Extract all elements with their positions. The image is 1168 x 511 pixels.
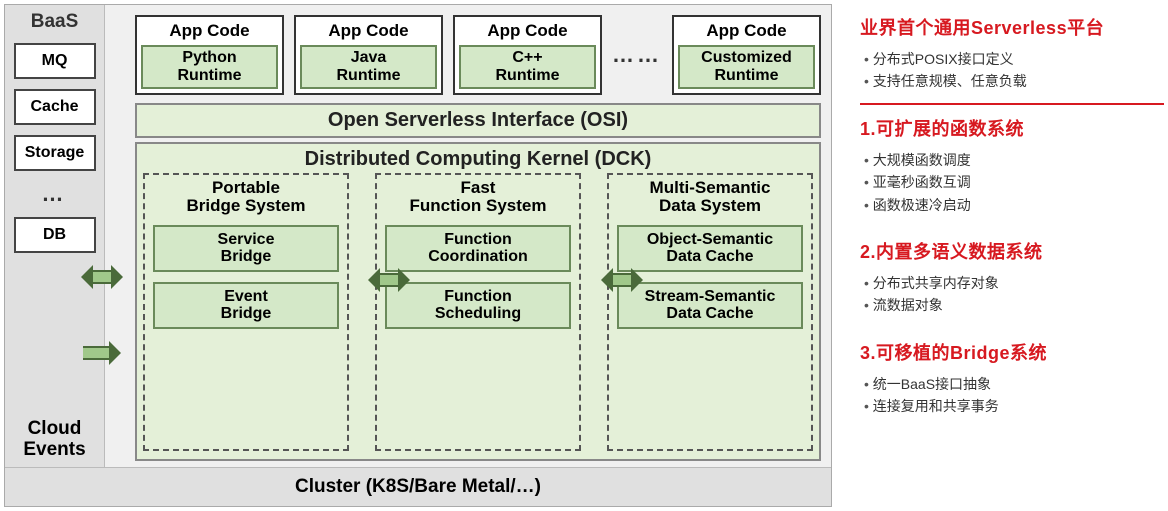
cluster-bar: Cluster (K8S/Bare Metal/…) bbox=[5, 467, 831, 506]
object-semantic-cache: Object-Semantic Data Cache bbox=[617, 225, 803, 272]
function-coordination: Function Coordination bbox=[385, 225, 571, 272]
bullet: 函数极速冷启动 bbox=[864, 194, 1164, 216]
baas-column: BaaS MQ Cache Storage … DB Cloud Events bbox=[5, 5, 105, 467]
app-code-label: App Code bbox=[459, 21, 596, 41]
bullet: 支持任意规模、任意负载 bbox=[864, 70, 1164, 92]
baas-item-db: DB bbox=[14, 217, 96, 253]
sidebar: 业界首个通用Serverless平台 分布式POSIX接口定义 支持任意规模、任… bbox=[832, 4, 1164, 507]
app-code-label: App Code bbox=[300, 21, 437, 41]
system-title-multi: Multi-Semantic Data System bbox=[650, 179, 771, 215]
bullet: 大规模函数调度 bbox=[864, 149, 1164, 171]
side-bullets: 分布式POSIX接口定义 支持任意规模、任意负载 bbox=[860, 48, 1164, 93]
runtime-inner-java: Java Runtime bbox=[300, 45, 437, 88]
runtime-inner-python: Python Runtime bbox=[141, 45, 278, 88]
baas-title: BaaS bbox=[31, 11, 79, 33]
runtime-java: App Code Java Runtime bbox=[294, 15, 443, 94]
side-bullets: 统一BaaS接口抽象 连接复用和共享事务 bbox=[860, 373, 1164, 418]
side-bullets: 大规模函数调度 亚毫秒函数互调 函数极速冷启动 bbox=[860, 149, 1164, 216]
bullet: 分布式POSIX接口定义 bbox=[864, 48, 1164, 70]
main-column: App Code Python Runtime App Code Java Ru… bbox=[105, 5, 831, 467]
stream-semantic-cache: Stream-Semantic Data Cache bbox=[617, 282, 803, 329]
dck-title: Distributed Computing Kernel (DCK) bbox=[143, 148, 813, 171]
system-title-portable: Portable Bridge System bbox=[186, 179, 305, 215]
arrow-icon bbox=[81, 265, 123, 289]
diagram-upper: BaaS MQ Cache Storage … DB Cloud Events … bbox=[5, 5, 831, 467]
multi-semantic-data-system: Multi-Semantic Data System Object-Semant… bbox=[607, 173, 813, 451]
bullet: 流数据对象 bbox=[864, 294, 1164, 316]
runtime-cpp: App Code C++ Runtime bbox=[453, 15, 602, 94]
baas-item-mq: MQ bbox=[14, 43, 96, 79]
runtime-dots: …… bbox=[612, 42, 662, 68]
fast-function-system: Fast Function System Function Coordinati… bbox=[375, 173, 581, 451]
runtime-custom: App Code Customized Runtime bbox=[672, 15, 821, 94]
red-divider bbox=[860, 103, 1164, 105]
bullet: 统一BaaS接口抽象 bbox=[864, 373, 1164, 395]
cloud-events-label: Cloud Events bbox=[23, 419, 85, 461]
arrow-icon bbox=[368, 268, 410, 292]
cloud-events-l1: Cloud bbox=[28, 418, 82, 439]
baas-item-storage: Storage bbox=[14, 135, 96, 171]
runtimes-row: App Code Python Runtime App Code Java Ru… bbox=[135, 11, 821, 99]
runtime-python: App Code Python Runtime bbox=[135, 15, 284, 94]
baas-item-cache: Cache bbox=[14, 89, 96, 125]
arrow-icon bbox=[87, 341, 121, 365]
bullet: 分布式共享内存对象 bbox=[864, 272, 1164, 294]
side-block-2: 2.内置多语义数据系统 分布式共享内存对象 流数据对象 bbox=[860, 238, 1164, 317]
side-block-0: 业界首个通用Serverless平台 分布式POSIX接口定义 支持任意规模、任… bbox=[860, 14, 1164, 93]
event-bridge: Event Bridge bbox=[153, 282, 339, 329]
portable-bridge-system: Portable Bridge System Service Bridge Ev… bbox=[143, 173, 349, 451]
side-block-3: 3.可移植的Bridge系统 统一BaaS接口抽象 连接复用和共享事务 bbox=[860, 339, 1164, 418]
function-scheduling: Function Scheduling bbox=[385, 282, 571, 329]
side-title: 3.可移植的Bridge系统 bbox=[860, 339, 1164, 365]
cloud-events-l2: Events bbox=[23, 439, 85, 460]
side-title: 业界首个通用Serverless平台 bbox=[860, 14, 1164, 40]
osi-bar: Open Serverless Interface (OSI) bbox=[135, 103, 821, 138]
side-title: 2.内置多语义数据系统 bbox=[860, 238, 1164, 264]
side-title: 1.可扩展的函数系统 bbox=[860, 115, 1164, 141]
app-code-label: App Code bbox=[678, 21, 815, 41]
dck-wrap: Distributed Computing Kernel (DCK) Porta… bbox=[135, 142, 821, 461]
architecture-diagram: BaaS MQ Cache Storage … DB Cloud Events … bbox=[4, 4, 832, 507]
runtime-inner-custom: Customized Runtime bbox=[678, 45, 815, 88]
dck-systems: Portable Bridge System Service Bridge Ev… bbox=[143, 173, 813, 451]
bullet: 连接复用和共享事务 bbox=[864, 395, 1164, 417]
baas-dots: … bbox=[42, 181, 68, 207]
side-bullets: 分布式共享内存对象 流数据对象 bbox=[860, 272, 1164, 317]
bullet: 亚毫秒函数互调 bbox=[864, 171, 1164, 193]
system-title-fast: Fast Function System bbox=[410, 179, 547, 215]
arrow-icon bbox=[601, 268, 643, 292]
app-code-label: App Code bbox=[141, 21, 278, 41]
side-block-1: 1.可扩展的函数系统 大规模函数调度 亚毫秒函数互调 函数极速冷启动 bbox=[860, 115, 1164, 216]
service-bridge: Service Bridge bbox=[153, 225, 339, 272]
runtime-inner-cpp: C++ Runtime bbox=[459, 45, 596, 88]
